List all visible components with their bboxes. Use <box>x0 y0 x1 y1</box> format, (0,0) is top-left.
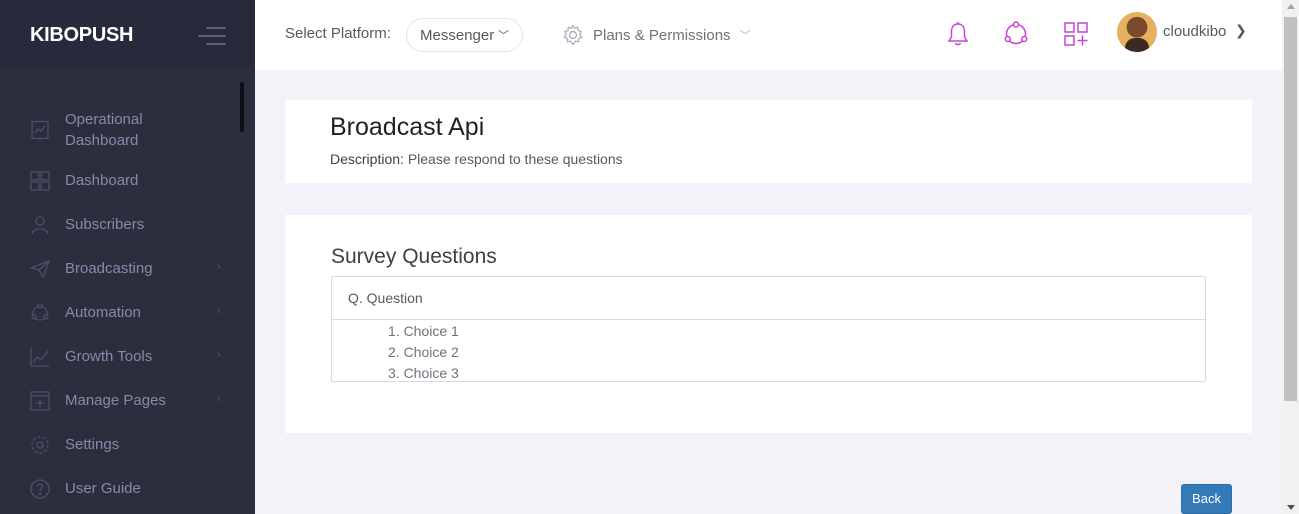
grid-icon <box>30 171 50 191</box>
sidebar-item-label: Broadcasting <box>65 260 153 277</box>
share-circle-icon <box>30 303 50 323</box>
chevron-right-icon: › <box>217 305 221 317</box>
platform-select[interactable]: Messenger ﹀ <box>406 18 523 52</box>
chevron-right-icon: › <box>217 261 221 273</box>
survey-title: Survey Questions <box>331 245 497 268</box>
add-page-icon <box>30 391 50 411</box>
scrollbar-thumb[interactable] <box>1284 17 1297 401</box>
username[interactable]: cloudkibo <box>1163 23 1226 40</box>
gear-icon <box>563 24 583 46</box>
chevron-down-icon: ﹀ <box>739 30 751 42</box>
sidebar-item-label: User Guide <box>65 480 141 497</box>
sidebar-item-broadcasting[interactable]: Broadcasting › <box>0 258 255 280</box>
broadcast-info-card: Broadcast Api Description: Please respon… <box>285 100 1252 183</box>
sidebar-item-label: Growth Tools <box>65 348 153 365</box>
brand-header: KIBOPUSH <box>0 0 255 70</box>
list-item: 3. Choice 3 <box>388 365 459 381</box>
sidebar-item-dashboard[interactable]: Dashboard <box>0 170 255 192</box>
sidebar-item-label: Subscribers <box>65 216 145 233</box>
bell-icon[interactable] <box>945 21 971 47</box>
question-text: Q. Question <box>332 277 1205 320</box>
sidebar-item-settings[interactable]: Settings <box>0 434 255 456</box>
question-circle-icon <box>30 479 50 499</box>
sidebar: KIBOPUSH Operational Dashboard Dashboard … <box>0 0 255 514</box>
plans-permissions-label: Plans & Permissions <box>593 26 731 44</box>
chevron-right-icon: › <box>217 393 221 405</box>
description-label: Description: <box>330 151 404 167</box>
platform-select-value: Messenger <box>420 27 495 44</box>
sidebar-item-label: Automation <box>65 304 141 321</box>
broadcast-description: Description: Please respond to these que… <box>330 151 623 167</box>
sidebar-item-label: Operational Dashboard <box>65 111 143 149</box>
list-item: 2. Choice 2 <box>388 344 459 360</box>
sidebar-item-automation[interactable]: Automation › <box>0 302 255 324</box>
sidebar-item-subscribers[interactable]: Subscribers <box>0 214 255 236</box>
sidebar-item-label: Manage Pages <box>65 392 166 409</box>
list-item: 1. Choice 1 <box>388 323 459 339</box>
sidebar-item-user-guide[interactable]: User Guide <box>0 478 255 500</box>
survey-card: Survey Questions Q. Question 1. Choice 1… <box>285 215 1252 433</box>
sidebar-item-label: Settings <box>65 436 120 453</box>
line-chart-icon <box>30 347 50 367</box>
page-title: Broadcast Api <box>330 113 485 141</box>
chart-panel-icon <box>30 120 50 140</box>
paper-plane-icon <box>30 259 50 279</box>
plans-permissions-menu[interactable]: Plans & Permissions ﹀ <box>562 24 751 46</box>
scroll-up-arrow-icon[interactable] <box>1287 4 1295 9</box>
back-button[interactable]: Back <box>1181 484 1232 514</box>
brand-logo-text: KIBOPUSH <box>30 23 134 46</box>
hamburger-menu-icon[interactable] <box>198 27 226 45</box>
sidebar-item-growth-tools[interactable]: Growth Tools › <box>0 346 255 368</box>
share-circle-icon[interactable] <box>1003 21 1029 47</box>
avatar[interactable] <box>1117 12 1157 52</box>
top-header: Select Platform: Messenger ﹀ Plans & Per… <box>255 0 1282 70</box>
chevron-down-icon: ﹀ <box>498 30 509 42</box>
sidebar-item-manage-pages[interactable]: Manage Pages › <box>0 390 255 412</box>
apps-add-icon[interactable] <box>1063 21 1089 47</box>
user-icon <box>30 215 50 235</box>
description-text: Please respond to these questions <box>407 151 623 167</box>
gear-icon <box>30 435 50 455</box>
sidebar-item-label: Dashboard <box>65 172 139 189</box>
question-box: Q. Question 1. Choice 1 2. Choice 2 3. C… <box>331 276 1206 382</box>
chevron-down-icon[interactable]: ❯ <box>1235 22 1247 39</box>
platform-label: Select Platform: <box>285 25 391 42</box>
scroll-down-arrow-icon[interactable] <box>1287 505 1295 510</box>
page-scrollbar[interactable] <box>1282 0 1299 514</box>
chevron-right-icon: › <box>217 349 221 361</box>
choice-list: 1. Choice 1 2. Choice 2 3. Choice 3 <box>332 320 1205 384</box>
sidebar-item-operational-dashboard[interactable]: Operational Dashboard <box>0 110 255 150</box>
